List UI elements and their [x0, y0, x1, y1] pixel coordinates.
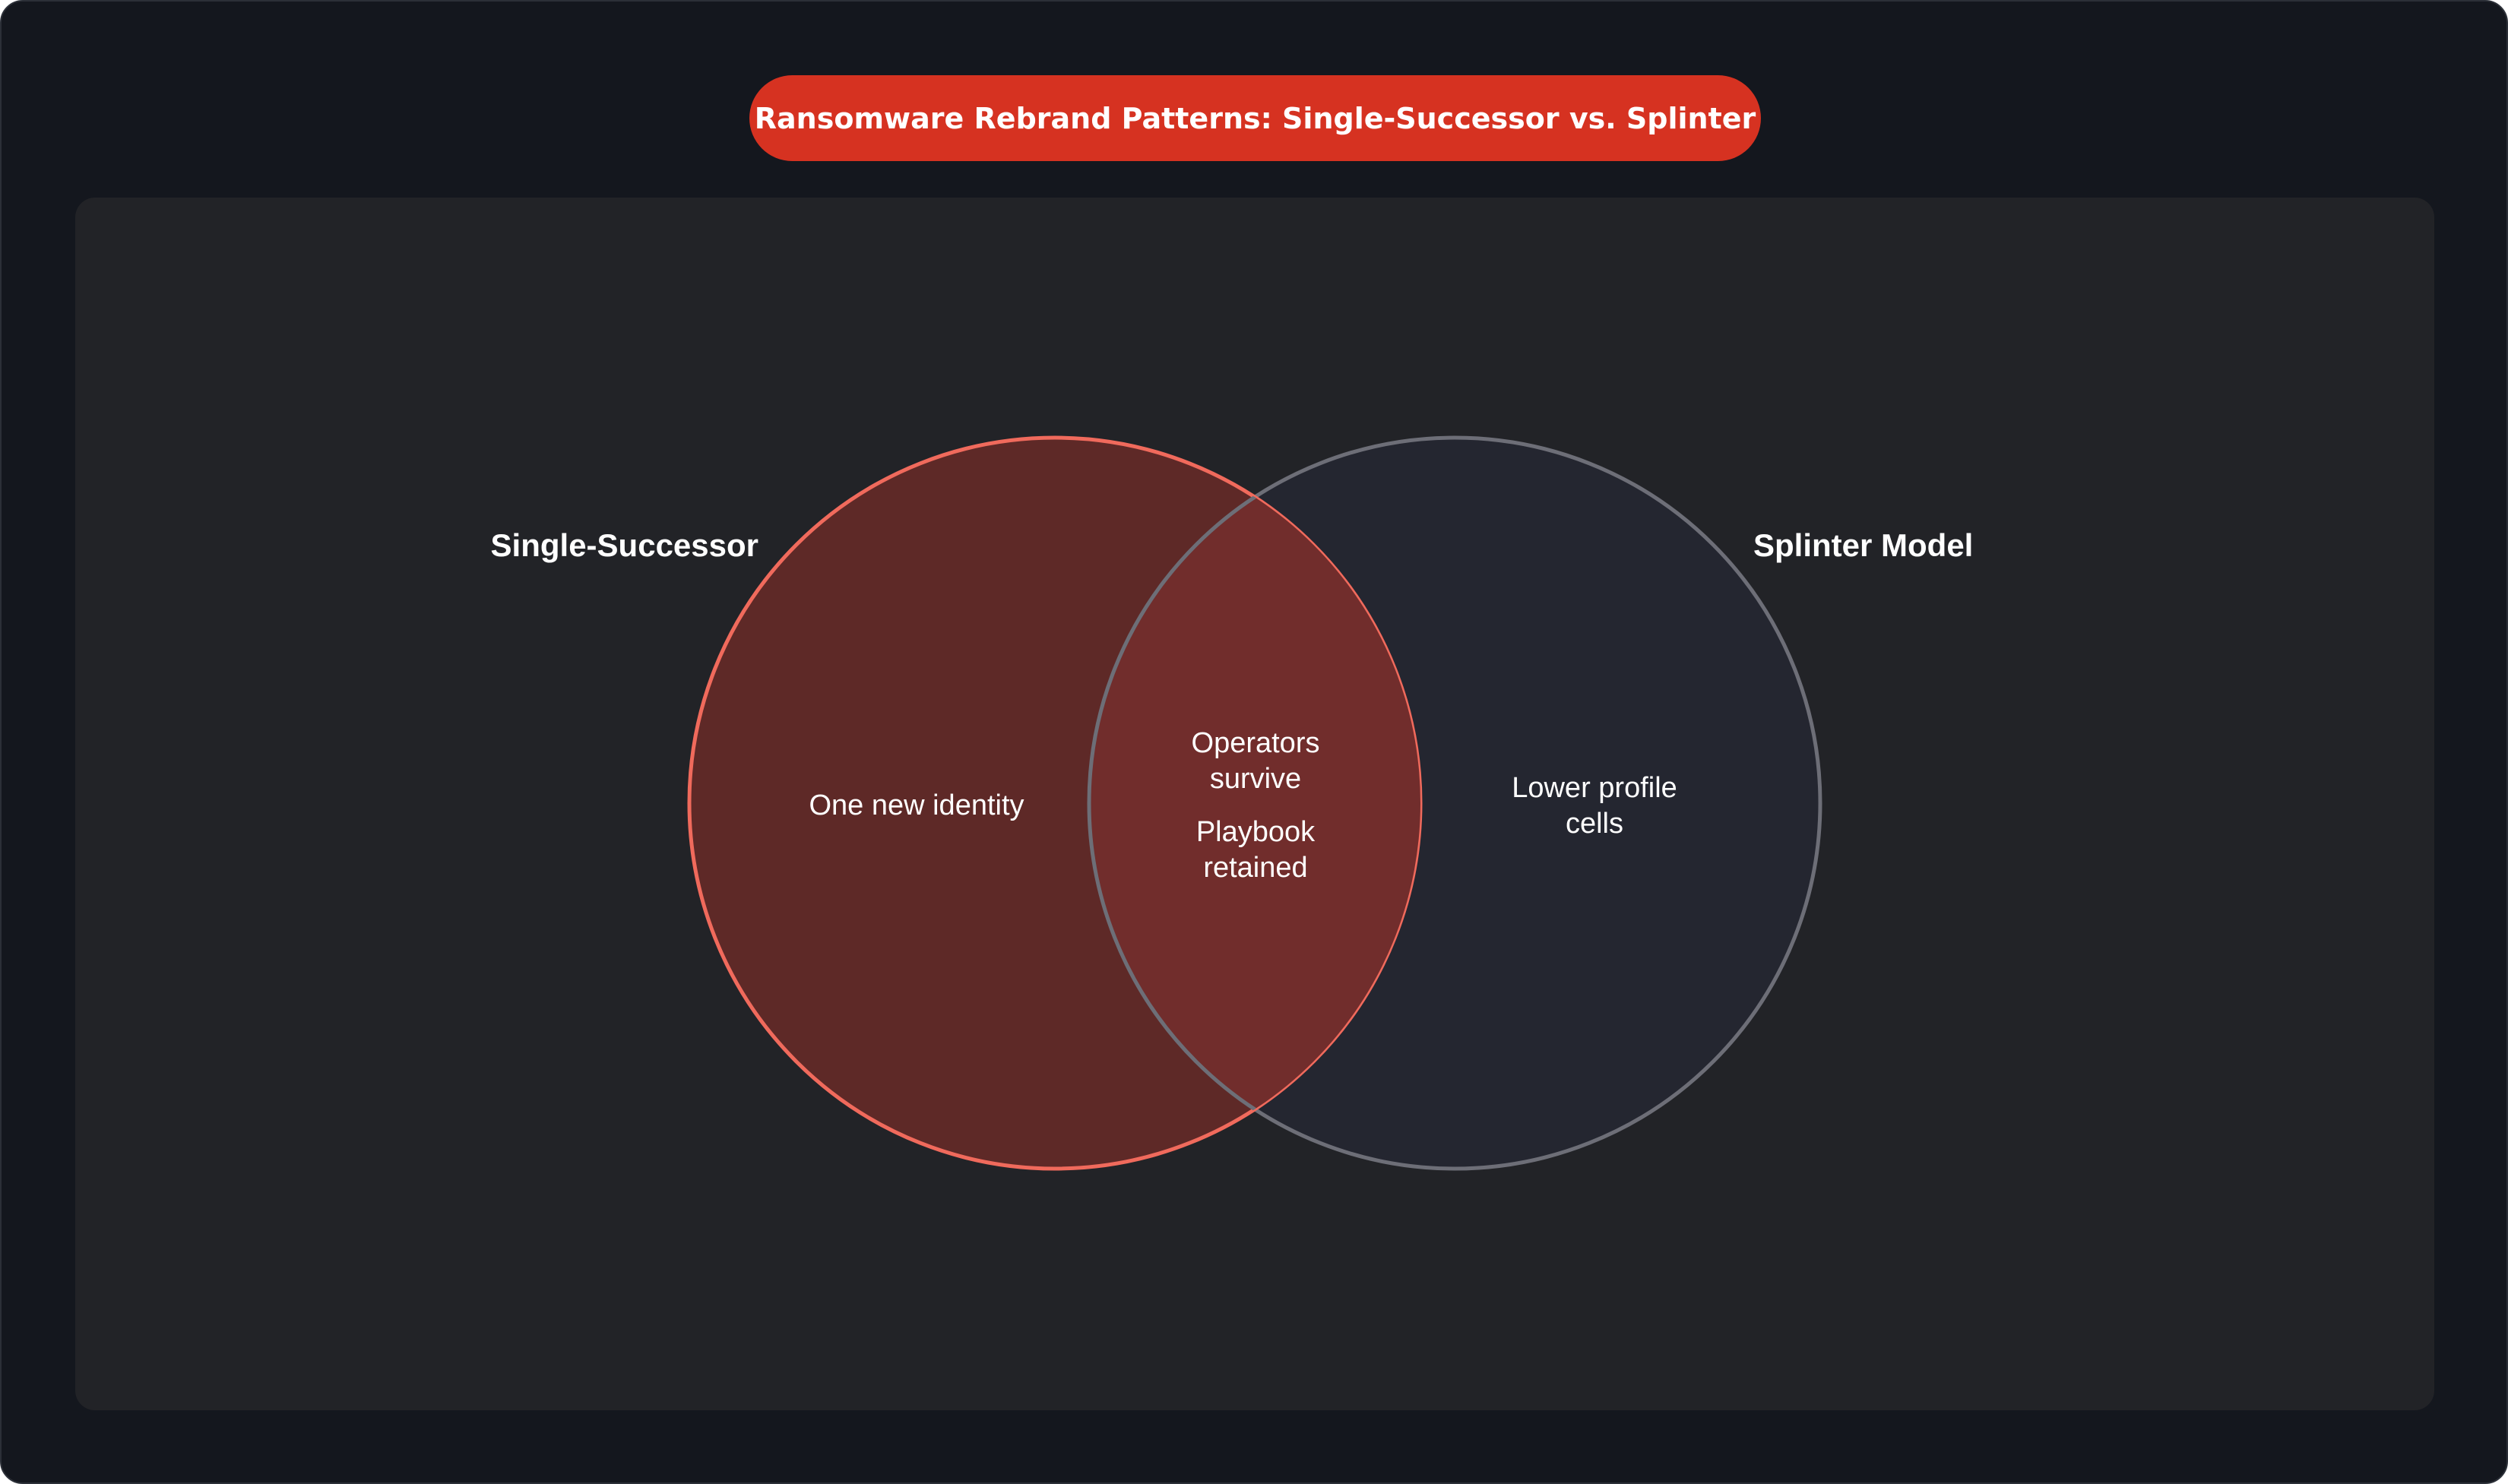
overlap-item2-line2: retained: [1203, 852, 1307, 884]
overlap-item1-line2: survive: [1210, 763, 1301, 795]
a-only-text: One new identity: [809, 789, 1024, 821]
b-only-line2: cells: [1566, 808, 1623, 840]
venn-diagram: Single-Successor Splinter Model One new …: [491, 435, 1973, 1171]
b-only-line1: Lower profile: [1512, 772, 1677, 804]
diagram-frame: Ransomware Rebrand Patterns: Single-Succ…: [0, 0, 2508, 1484]
overlap-item2-line1: Playbook: [1196, 816, 1316, 848]
set-a-label: Single-Successor: [491, 527, 758, 563]
overlap-item1-line1: Operators: [1192, 727, 1320, 759]
set-b-label: Splinter Model: [1753, 527, 1973, 563]
